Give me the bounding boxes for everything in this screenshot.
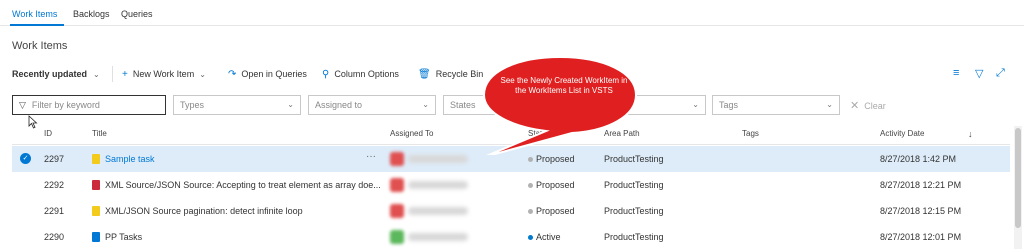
toolbar-separator bbox=[112, 66, 113, 82]
row-state: Proposed bbox=[536, 206, 575, 216]
recycle-bin-label: Recycle Bin bbox=[435, 69, 484, 79]
mouse-pointer-icon bbox=[28, 115, 38, 129]
new-work-item-label: New Work Item bbox=[132, 69, 195, 79]
row-title[interactable]: PP Tasks bbox=[105, 232, 142, 242]
column-header-activity-date[interactable]: Activity Date bbox=[880, 129, 924, 138]
row-title[interactable]: XML/JSON Source pagination: detect infin… bbox=[105, 206, 303, 216]
trash-icon: 🗑 bbox=[418, 68, 431, 80]
row-activity-date: 8/27/2018 1:42 PM bbox=[880, 154, 957, 164]
avatar bbox=[390, 178, 404, 192]
chevron-down-icon: ⌄ bbox=[199, 69, 206, 79]
checkmark-icon[interactable]: ✓ bbox=[20, 153, 31, 164]
more-actions-icon[interactable]: ··· bbox=[366, 151, 376, 162]
avatar bbox=[390, 152, 404, 166]
row-activity-date: 8/27/2018 12:15 PM bbox=[880, 206, 962, 216]
recently-updated-dropdown[interactable]: Recently updated ⌄ bbox=[12, 68, 100, 80]
tags-filter-label: Tags bbox=[719, 100, 739, 110]
row-id: 2291 bbox=[44, 206, 65, 216]
row-state: Active bbox=[536, 232, 561, 242]
keyword-placeholder: Filter by keyword bbox=[31, 100, 100, 110]
recently-updated-label: Recently updated bbox=[12, 69, 88, 79]
column-header-assigned-to[interactable]: Assigned To bbox=[390, 129, 433, 138]
column-header-id[interactable]: ID bbox=[44, 129, 52, 138]
row-id: 2290 bbox=[44, 232, 65, 242]
tags-filter-dropdown[interactable]: Tags ⌄ bbox=[712, 95, 840, 115]
chevron-down-icon: ⌄ bbox=[692, 100, 699, 109]
states-filter-label: States bbox=[450, 100, 476, 110]
table-row[interactable]: 2291 XML/JSON Source pagination: detect … bbox=[12, 198, 1010, 224]
column-options-label: Column Options bbox=[334, 69, 399, 79]
expand-icon[interactable]: ⤢ bbox=[996, 67, 1005, 80]
row-id: 2297 bbox=[44, 154, 65, 164]
recycle-bin-button[interactable]: 🗑 Recycle Bin bbox=[418, 68, 483, 80]
avatar bbox=[390, 230, 404, 244]
assignee-name-redacted bbox=[408, 233, 468, 241]
row-title[interactable]: Sample task bbox=[105, 154, 155, 164]
row-id: 2292 bbox=[44, 180, 65, 190]
scrollbar-thumb[interactable] bbox=[1015, 128, 1021, 228]
row-activity-date: 8/27/2018 12:01 PM bbox=[880, 232, 962, 242]
vertical-scrollbar[interactable] bbox=[1014, 126, 1022, 249]
avatar bbox=[390, 204, 404, 218]
filter-funnel-icon: ▽ bbox=[19, 99, 26, 110]
keyword-filter-input[interactable]: ▽ Filter by keyword bbox=[12, 95, 166, 115]
plus-icon: + bbox=[122, 68, 128, 80]
types-filter-dropdown[interactable]: Types ⌄ bbox=[173, 95, 301, 115]
open-in-queries-label: Open in Queries bbox=[241, 69, 307, 79]
clear-label: Clear bbox=[864, 100, 886, 111]
wrench-icon: ⚲ bbox=[322, 68, 330, 80]
task-icon bbox=[92, 154, 100, 164]
chevron-down-icon: ⌄ bbox=[826, 100, 833, 109]
nav-tabs: Work Items Backlogs Queries bbox=[0, 0, 1024, 26]
chevron-down-icon: ⌄ bbox=[287, 100, 294, 109]
column-header-title[interactable]: Title bbox=[92, 129, 107, 138]
open-in-queries-button[interactable]: ↷ Open in Queries bbox=[228, 68, 307, 80]
row-state: Proposed bbox=[536, 180, 575, 190]
close-icon: ✕ bbox=[850, 100, 860, 112]
row-area-path: ProductTesting bbox=[604, 232, 664, 242]
callout-bubble bbox=[482, 55, 638, 155]
assigned-to-filter-label: Assigned to bbox=[315, 100, 363, 110]
arrow-share-icon: ↷ bbox=[228, 68, 237, 80]
table-row[interactable]: 2292 XML Source/JSON Source: Accepting t… bbox=[12, 172, 1010, 198]
callout-text: See the Newly Created WorkItem in the Wo… bbox=[500, 76, 628, 95]
table-row[interactable]: 2290 PP Tasks Active ProductTesting 8/27… bbox=[12, 224, 1010, 249]
assigned-to-filter-dropdown[interactable]: Assigned to ⌄ bbox=[308, 95, 436, 115]
row-area-path: ProductTesting bbox=[604, 154, 664, 164]
column-header-tags[interactable]: Tags bbox=[742, 129, 759, 138]
product-backlog-icon bbox=[92, 232, 100, 242]
row-area-path: ProductTesting bbox=[604, 180, 664, 190]
bug-icon bbox=[92, 180, 100, 190]
task-icon bbox=[92, 206, 100, 216]
state-dot-icon bbox=[528, 209, 533, 214]
tab-queries[interactable]: Queries bbox=[121, 9, 153, 19]
active-tab-indicator bbox=[10, 24, 64, 26]
state-dot-icon bbox=[528, 235, 533, 240]
new-work-item-button[interactable]: + New Work Item ⌄ bbox=[122, 68, 206, 80]
assignee-name-redacted bbox=[408, 155, 468, 163]
chevron-down-icon: ⌄ bbox=[93, 69, 100, 79]
clear-filters-button[interactable]: ✕ Clear bbox=[850, 99, 886, 112]
types-filter-label: Types bbox=[180, 100, 205, 110]
state-dot-icon bbox=[528, 183, 533, 188]
chevron-down-icon: ⌄ bbox=[422, 100, 429, 109]
column-options-button[interactable]: ⚲ Column Options bbox=[322, 68, 399, 80]
sort-descending-icon[interactable]: ↓ bbox=[968, 129, 973, 139]
tab-backlogs[interactable]: Backlogs bbox=[73, 9, 110, 19]
assignee-name-redacted bbox=[408, 207, 468, 215]
page-title: Work Items bbox=[12, 40, 68, 52]
row-title[interactable]: XML Source/JSON Source: Accepting to tre… bbox=[105, 180, 381, 190]
row-area-path: ProductTesting bbox=[604, 206, 664, 216]
assignee-name-redacted bbox=[408, 181, 468, 189]
state-dot-icon bbox=[528, 157, 533, 162]
filter-icon[interactable]: ▽ bbox=[975, 67, 983, 80]
view-options-icon[interactable]: ≡ bbox=[953, 67, 959, 79]
tab-work-items[interactable]: Work Items bbox=[12, 9, 57, 19]
row-state: Proposed bbox=[536, 154, 575, 164]
row-activity-date: 8/27/2018 12:21 PM bbox=[880, 180, 962, 190]
